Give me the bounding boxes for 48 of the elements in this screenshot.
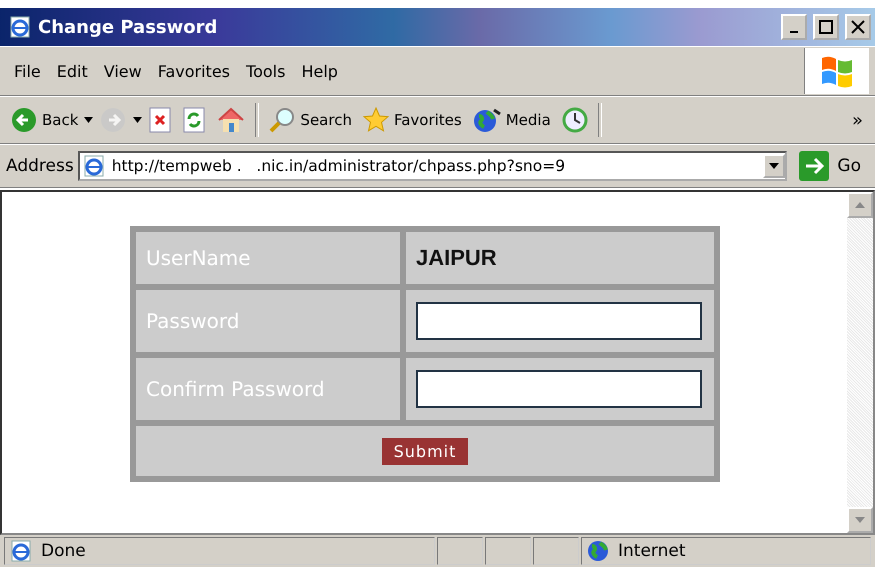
zone-text: Internet (618, 541, 686, 561)
close-icon (851, 20, 865, 34)
search-icon (268, 106, 296, 134)
scroll-down-button[interactable] (847, 507, 873, 533)
flag-logo-icon (820, 54, 854, 88)
caret-icon (84, 117, 94, 123)
home-icon (216, 106, 246, 134)
caret-icon (769, 163, 780, 169)
menu-item[interactable]: Favorites (150, 62, 238, 80)
window-title: Change Password (38, 16, 218, 38)
password-field[interactable] (416, 370, 702, 408)
address-field[interactable]: http://tempweb . .nic.in/administrator/chpass.php?sno=9 (78, 151, 788, 181)
more-button[interactable]: » (852, 110, 869, 130)
favorites-button[interactable]: Favorites (358, 106, 466, 134)
caret-icon (133, 117, 142, 123)
maximize-button[interactable] (813, 14, 839, 40)
minimize-button[interactable] (781, 14, 807, 40)
status-text: Done (41, 541, 86, 561)
menu-item[interactable]: Help (293, 62, 346, 80)
password-field[interactable] (416, 302, 702, 340)
menu-item[interactable]: Edit (48, 62, 96, 80)
back-button[interactable]: Back (6, 106, 82, 134)
search-button[interactable]: Search (264, 106, 356, 134)
media-globe-icon (472, 106, 502, 134)
dropdown-button[interactable] (763, 154, 786, 178)
history-icon (560, 106, 589, 134)
username-value: JAIPUR (416, 245, 497, 271)
menu-item[interactable]: View (96, 62, 150, 80)
scrollbar[interactable] (847, 192, 873, 533)
stop-icon (148, 107, 172, 133)
menu-item[interactable]: Tools (238, 62, 294, 80)
ie-icon (82, 154, 106, 178)
address-label: Address (6, 156, 74, 176)
minimize-icon (790, 31, 798, 33)
maximize-icon (819, 20, 833, 34)
submit-button[interactable]: Submit (382, 438, 468, 464)
media-button[interactable]: Media (468, 106, 555, 134)
scroll-up-button[interactable] (847, 192, 873, 218)
down-arrow-icon (855, 517, 865, 523)
close-button[interactable] (845, 14, 871, 40)
page-icon (8, 15, 32, 39)
star-icon (362, 106, 390, 134)
menu-item[interactable]: File (6, 62, 49, 80)
up-arrow-icon (855, 202, 865, 208)
globe-icon (586, 539, 610, 563)
go-button[interactable]: Go (791, 151, 869, 181)
refresh-icon (182, 107, 206, 133)
page-icon (9, 539, 33, 563)
